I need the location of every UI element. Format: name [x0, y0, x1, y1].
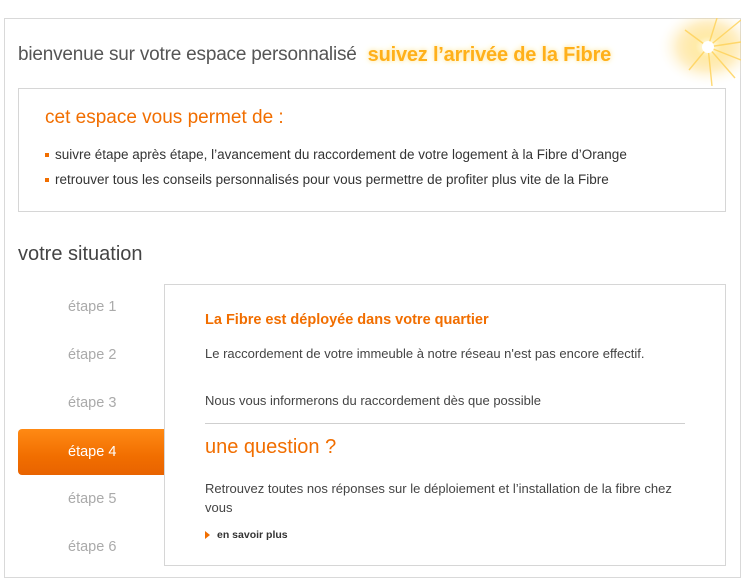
step-4-active[interactable]: étape 4 [18, 429, 188, 475]
learn-more-link[interactable]: en savoir plus [205, 529, 288, 541]
square-bullet-icon [45, 153, 49, 157]
divider [205, 423, 685, 424]
step-5[interactable]: étape 5 [18, 476, 164, 522]
step-label: étape 6 [68, 539, 117, 555]
situation-title: votre situation [18, 243, 143, 265]
step-label: étape 2 [68, 347, 117, 363]
step-2[interactable]: étape 2 [18, 332, 164, 378]
intro-box: cet espace vous permet de : suivre étape… [18, 88, 726, 212]
intro-list: suivre étape après étape, l’avancement d… [45, 147, 627, 197]
arrow-right-icon [205, 531, 210, 539]
question-text: Retrouvez toutes nos réponses sur le dép… [205, 481, 672, 515]
status-text: Le raccordement de votre immeuble à notr… [205, 346, 645, 361]
step-content-panel: La Fibre est déployée dans votre quartie… [164, 284, 726, 566]
list-item-text: retrouver tous les conseils personnalisé… [55, 172, 609, 187]
step-label: étape 3 [68, 395, 117, 411]
step-label: étape 5 [68, 491, 117, 507]
intro-title: cet espace vous permet de : [45, 107, 284, 128]
list-item-text: suivre étape après étape, l’avancement d… [55, 147, 627, 162]
list-item: suivre étape après étape, l’avancement d… [45, 147, 627, 172]
page-header: bienvenue sur votre espace personnalisé … [18, 40, 611, 70]
step-3[interactable]: étape 3 [18, 380, 164, 426]
learn-more-label: en savoir plus [217, 529, 288, 541]
step-6[interactable]: étape 6 [18, 524, 164, 570]
step-1[interactable]: étape 1 [18, 284, 164, 330]
fibre-slogan: suivez l’arrivée de la Fibre [367, 43, 612, 66]
question-title: une question ? [205, 436, 337, 458]
welcome-title: bienvenue sur votre espace personnalisé [18, 44, 357, 65]
list-item: retrouver tous les conseils personnalisé… [45, 172, 627, 197]
status-title: La Fibre est déployée dans votre quartie… [205, 312, 489, 328]
step-label: étape 1 [68, 299, 117, 315]
status-info: Nous vous informerons du raccordement dè… [205, 393, 542, 408]
step-label: étape 4 [68, 444, 117, 460]
square-bullet-icon [45, 178, 49, 182]
sparkle-icon [655, 18, 741, 86]
